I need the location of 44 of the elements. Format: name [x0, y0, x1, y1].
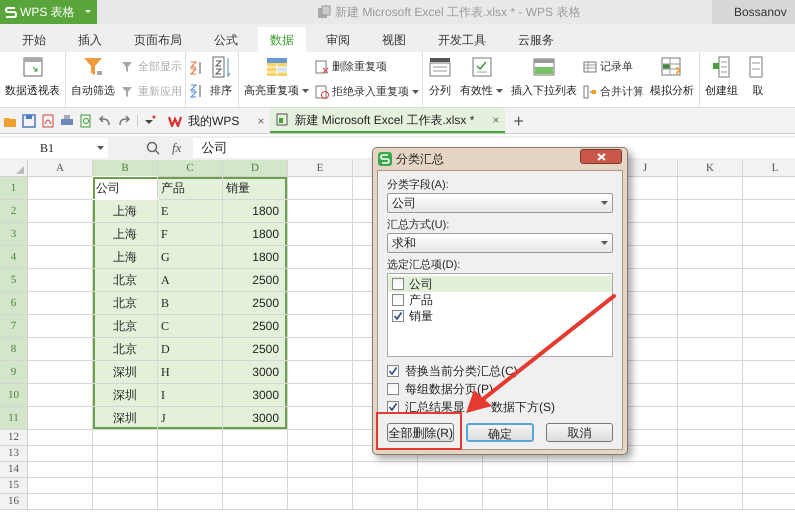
field-label: 汇总方式(U): — [387, 218, 450, 233]
table-cell: 深圳 — [93, 361, 158, 383]
tab-label: 我的WPS — [188, 112, 240, 130]
table-cell: 上海 — [93, 200, 158, 222]
table-cell: 3000 — [223, 407, 288, 429]
user-name: Bossanov — [734, 4, 787, 21]
table-cell: 3000 — [223, 361, 288, 383]
field-label: 分类字段(A): — [387, 178, 450, 193]
ribbon-button: 重新应用 — [121, 84, 182, 100]
table-cell: 1800 — [223, 200, 288, 222]
table-cell: 深圳 — [93, 384, 158, 406]
table-cell: 2500 — [223, 269, 288, 291]
table-cell: 深圳 — [93, 407, 158, 429]
table-cell: 1800 — [223, 223, 288, 245]
tab-label: 新建 Microsoft Excel 工作表.xlsx * — [294, 112, 474, 128]
table-cell: F — [158, 223, 223, 245]
table-cell: D — [158, 338, 223, 360]
table-cell: 上海 — [93, 223, 158, 245]
table-cell: 产品 — [158, 177, 223, 199]
table-cell: 公司 — [93, 177, 158, 199]
table-cell: 2500 — [223, 315, 288, 337]
table-cell: A — [158, 269, 223, 291]
ribbon-button: 全部显示 — [121, 58, 182, 75]
table-cell: I — [158, 384, 223, 406]
table-cell: 北京 — [93, 315, 158, 337]
table-cell: 2500 — [223, 292, 288, 314]
table-cell: 3000 — [223, 384, 288, 406]
table-cell: E — [158, 200, 223, 222]
table-cell: 销量 — [223, 177, 288, 199]
table-cell: C — [158, 315, 223, 337]
table-cell: J — [158, 407, 223, 429]
table-cell: 北京 — [93, 338, 158, 360]
table-cell: G — [158, 246, 223, 268]
table-cell: 北京 — [93, 269, 158, 291]
field-label: 选定汇总项(D): — [387, 258, 462, 273]
dialog-title: 分类汇总 — [396, 151, 445, 168]
checkbox-label: 数据下方(S) — [491, 398, 555, 416]
table-cell: H — [158, 361, 223, 383]
table-cell: 2500 — [223, 338, 288, 360]
window-title: 新建 Microsoft Excel 工作表.xlsx * - WPS 表格 — [335, 4, 580, 21]
table-cell: 北京 — [93, 292, 158, 314]
table-cell: B — [158, 292, 223, 314]
table-cell: 1800 — [223, 246, 288, 268]
table-cell: 上海 — [93, 246, 158, 268]
